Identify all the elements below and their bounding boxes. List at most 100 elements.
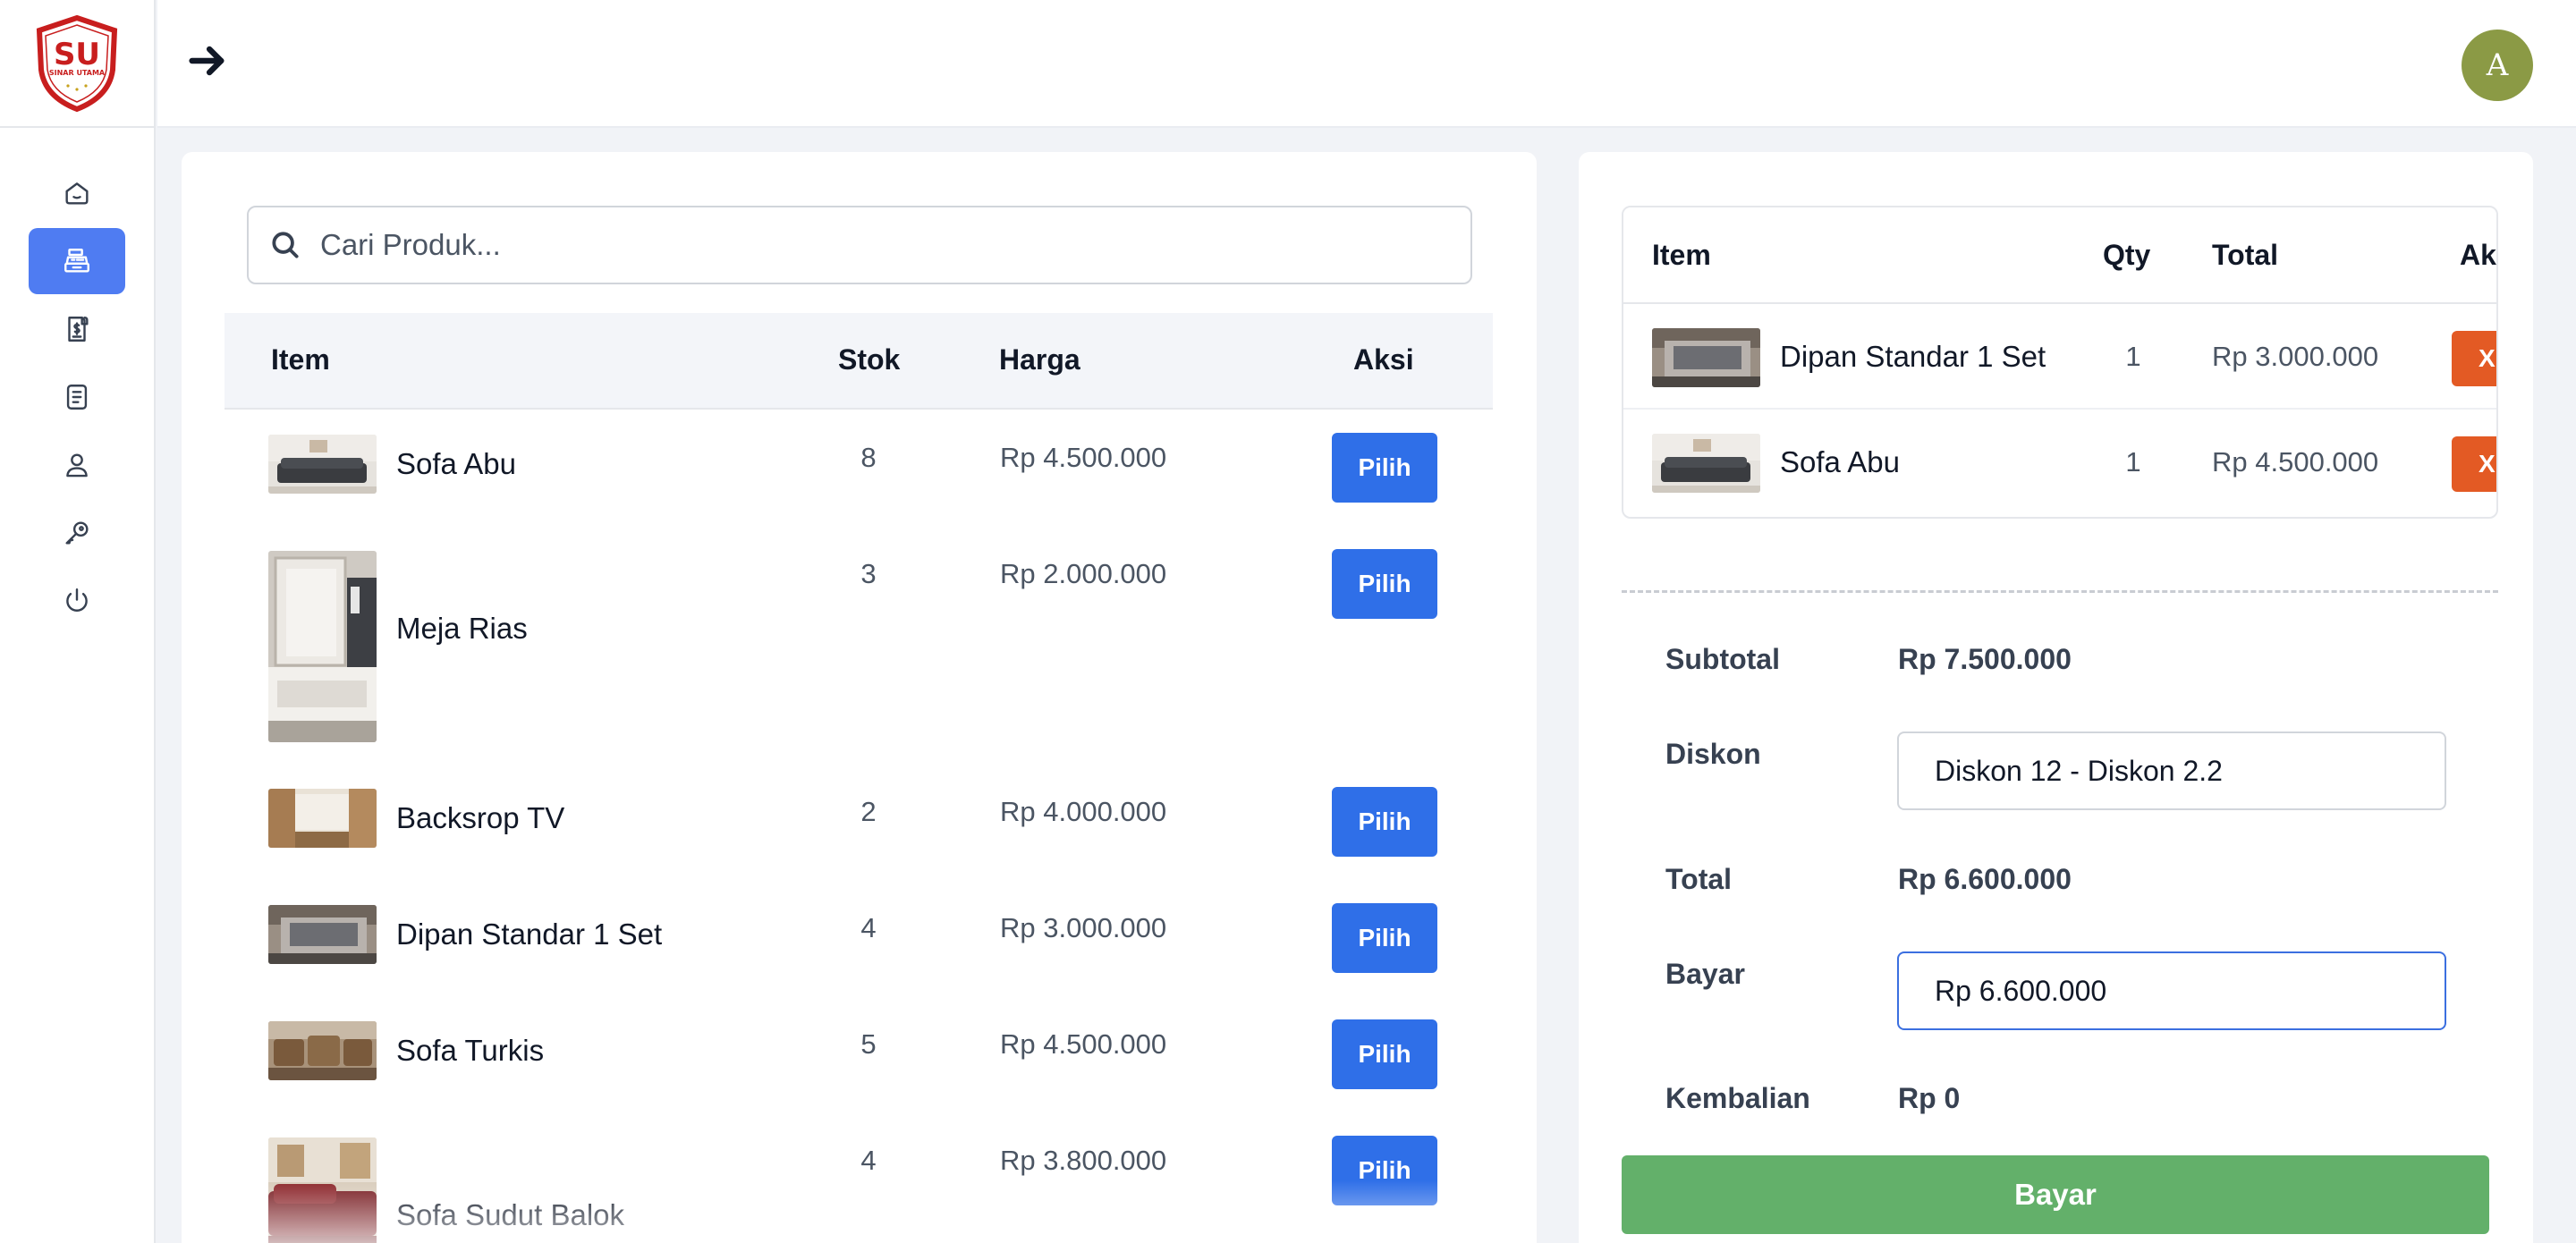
sidebar-item-home[interactable]: [29, 160, 125, 226]
document-icon: [66, 385, 88, 410]
brand-logo: SU SINAR UTAMA: [36, 14, 118, 112]
search-icon: [272, 232, 299, 258]
product-name: Sofa Abu: [396, 447, 516, 480]
user-icon: [66, 453, 88, 478]
product-stock: 5: [860, 1028, 877, 1060]
table-row: Sofa Turkis 5 Rp 4.500.000 Pilih: [225, 996, 1493, 1112]
product-thumbnail: [268, 905, 377, 964]
select-product-button[interactable]: Pilih: [1332, 903, 1437, 973]
product-name: Sofa Sudut Balok: [396, 1198, 625, 1231]
product-thumbnail: [268, 435, 377, 494]
diskon-label: Diskon: [1665, 738, 1761, 770]
cart-item-total: Rp 3.000.000: [2212, 341, 2379, 372]
subtotal-label: Subtotal: [1665, 643, 1780, 675]
summary-divider: [1622, 590, 2498, 593]
column-header-aksi: Aksi: [2460, 239, 2496, 271]
table-row: Dipan Standar 1 Set 4 Rp 3.000.000 Pilih: [225, 880, 1493, 996]
sidebar-item-logout[interactable]: [29, 568, 125, 634]
cart-item-name: Dipan Standar 1 Set: [1780, 340, 2046, 373]
cart-item-thumbnail: [1652, 328, 1760, 387]
product-table: Item Stok Harga Aksi Sofa Abu 8 Rp 4.500…: [225, 313, 1493, 1243]
search-box[interactable]: [247, 206, 1472, 284]
sidebar-item-invoice[interactable]: [29, 296, 125, 362]
cart-item-qty: 1: [2125, 446, 2141, 478]
arrow-right-icon: [189, 46, 225, 76]
sidebar-item-kasir[interactable]: [29, 228, 125, 294]
product-price: Rp 2.000.000: [1000, 558, 1167, 589]
select-product-button[interactable]: Pilih: [1332, 787, 1437, 857]
product-name: Backsrop TV: [396, 801, 565, 834]
product-stock: 2: [860, 796, 877, 827]
pay-button[interactable]: Bayar: [1622, 1155, 2489, 1234]
product-name: Meja Rias: [396, 612, 528, 645]
cart-row: Sofa Abu 1 Rp 4.500.000 X: [1623, 410, 2496, 515]
cart-item-thumbnail: [1652, 434, 1760, 493]
cart-item-qty: 1: [2125, 341, 2141, 372]
table-row: Sofa Abu 8 Rp 4.500.000 Pilih: [225, 410, 1493, 526]
table-row: Meja Rias 3 Rp 2.000.000 Pilih: [225, 526, 1493, 764]
logo-subtext: SINAR UTAMA: [49, 69, 106, 77]
select-product-button[interactable]: Pilih: [1332, 1136, 1437, 1205]
column-header-harga: Harga: [999, 343, 1080, 376]
product-price: Rp 3.000.000: [1000, 912, 1167, 943]
product-thumbnail: [268, 789, 377, 848]
product-thumbnail: [268, 551, 377, 742]
cart-table: Item Qty Total Aksi Dipan Standar 1 Set …: [1622, 206, 2498, 519]
column-header-stok: Stok: [838, 343, 901, 376]
total-label: Total: [1665, 863, 1733, 895]
logo-area: SU SINAR UTAMA: [0, 0, 154, 128]
receipt-dollar-icon: [68, 317, 89, 342]
total-value: Rp 6.600.000: [1898, 863, 2072, 895]
table-row: Backsrop TV 2 Rp 4.000.000 Pilih: [225, 764, 1493, 880]
product-stock: 8: [860, 442, 877, 473]
remove-item-button[interactable]: X: [2452, 436, 2496, 492]
diskon-field[interactable]: [1897, 731, 2446, 810]
product-name: Dipan Standar 1 Set: [396, 917, 663, 951]
product-thumbnail: [268, 1021, 377, 1080]
cart-panel: Item Qty Total Aksi Dipan Standar 1 Set …: [1579, 152, 2533, 1243]
column-header-item: Item: [271, 343, 330, 376]
sidebar-item-user[interactable]: [29, 432, 125, 498]
product-stock: 4: [860, 912, 877, 943]
power-icon: [66, 588, 88, 612]
kembalian-value: Rp 0: [1898, 1082, 1961, 1114]
product-thumbnail: [268, 1137, 377, 1243]
column-header-total: Total: [2212, 239, 2279, 271]
product-stock: 3: [860, 558, 877, 589]
key-icon: [65, 521, 89, 545]
sidebar-item-settings[interactable]: [29, 500, 125, 566]
product-stock: 4: [860, 1145, 877, 1176]
home-icon: [65, 182, 89, 205]
avatar[interactable]: A: [2462, 30, 2533, 101]
cart-row: Dipan Standar 1 Set 1 Rp 3.000.000 X: [1623, 304, 2496, 410]
cart-table-header: Item Qty Total Aksi: [1623, 207, 2496, 304]
product-table-header: Item Stok Harga Aksi: [225, 313, 1493, 410]
remove-item-button[interactable]: X: [2452, 331, 2496, 386]
select-product-button[interactable]: Pilih: [1332, 433, 1437, 503]
logo-text: SU: [54, 37, 100, 72]
table-row: Sofa Sudut Balok 4 Rp 3.800.000 Pilih: [225, 1112, 1493, 1243]
product-panel: Item Stok Harga Aksi Sofa Abu 8 Rp 4.500…: [182, 152, 1537, 1243]
select-product-button[interactable]: Pilih: [1332, 1019, 1437, 1089]
sidebar-toggle-button[interactable]: [182, 36, 233, 86]
product-name: Sofa Turkis: [396, 1034, 545, 1067]
product-price: Rp 4.000.000: [1000, 796, 1167, 827]
top-header: A: [157, 0, 2576, 128]
cash-register-icon: [64, 249, 89, 273]
select-product-button[interactable]: Pilih: [1332, 549, 1437, 619]
cart-item-name: Sofa Abu: [1780, 445, 1900, 478]
subtotal-value: Rp 7.500.000: [1898, 643, 2072, 675]
bayar-label: Bayar: [1665, 958, 1745, 990]
column-header-qty: Qty: [2103, 239, 2151, 271]
column-header-item: Item: [1652, 239, 1711, 271]
product-price: Rp 4.500.000: [1000, 1028, 1167, 1060]
sidebar-nav: [0, 128, 154, 634]
column-header-aksi: Aksi: [1353, 343, 1414, 376]
cart-item-total: Rp 4.500.000: [2212, 446, 2379, 478]
bayar-field[interactable]: [1897, 951, 2446, 1030]
product-price: Rp 3.800.000: [1000, 1145, 1167, 1176]
search-input[interactable]: [320, 228, 1394, 262]
product-price: Rp 4.500.000: [1000, 442, 1167, 473]
sidebar-item-laporan[interactable]: [29, 364, 125, 430]
kembalian-label: Kembalian: [1665, 1082, 1810, 1114]
